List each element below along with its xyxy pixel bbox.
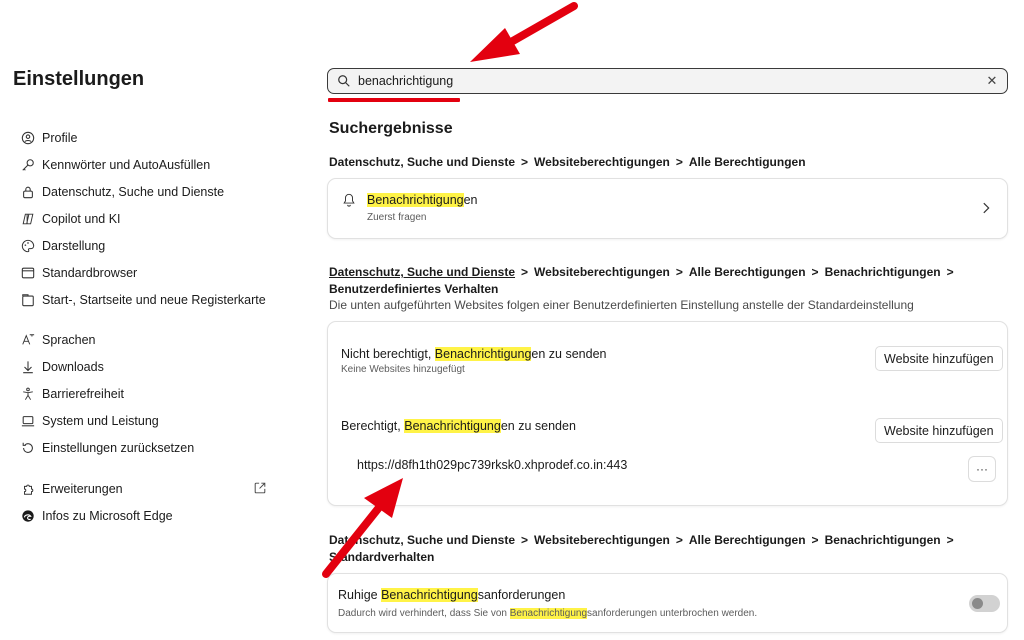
sidebar-item-appearance[interactable]: Darstellung xyxy=(20,236,105,256)
profile-icon xyxy=(20,131,35,146)
quiet-title: Ruhige Benachrichtigungsanforderungen xyxy=(338,588,566,602)
sidebar-nav: Profile Kennwörter und AutoAusfüllen Dat… xyxy=(20,0,280,640)
sidebar-item-start-home[interactable]: Start-, Startseite und neue Registerkart… xyxy=(20,290,266,310)
breadcrumb-item[interactable]: Alle Berechtigungen xyxy=(689,265,806,279)
sidebar-item-label: Profile xyxy=(42,131,78,145)
breadcrumb-item[interactable]: Datenschutz, Suche und Dienste xyxy=(329,265,515,279)
search-box: ✕ xyxy=(327,68,1008,94)
sidebar-item-label: Darstellung xyxy=(42,239,106,253)
results-heading: Suchergebnisse xyxy=(329,120,453,137)
quiet-subtitle: Dadurch wird verhindert, dass Sie von Be… xyxy=(338,608,758,619)
notifications-setting-card[interactable]: Benachrichtigungen Zuerst fragen xyxy=(327,178,1008,239)
breadcrumb-current: Standardverhalten xyxy=(329,550,435,564)
browser-icon xyxy=(20,266,35,281)
annotation-arrow-top xyxy=(470,2,578,62)
laptop-icon xyxy=(20,414,35,429)
breadcrumb-item[interactable]: Datenschutz, Suche und Dienste xyxy=(329,155,515,169)
extensions-icon xyxy=(20,482,35,497)
sidebar-item-copilot[interactable]: Copilot und KI xyxy=(20,209,121,229)
add-blocked-site-button[interactable]: Website hinzufügen xyxy=(875,346,1003,371)
external-link-icon[interactable] xyxy=(253,481,269,497)
breadcrumb-item[interactable]: Datenschutz, Suche und Dienste xyxy=(329,533,515,547)
add-allowed-site-button[interactable]: Website hinzufügen xyxy=(875,418,1003,443)
site-more-options-button[interactable]: ··· xyxy=(968,456,996,482)
blocked-title: Nicht berechtigt, Benachrichtigungen zu … xyxy=(341,347,607,361)
sidebar-item-extensions[interactable]: Erweiterungen xyxy=(20,479,123,499)
sidebar-item-languages[interactable]: Sprachen xyxy=(20,330,96,350)
breadcrumb: Datenschutz, Suche und Dienste > Websitebe… xyxy=(329,265,954,279)
sidebar-item-label: Datenschutz, Suche und Dienste xyxy=(42,185,225,199)
language-icon xyxy=(20,333,35,348)
quiet-notifications-toggle[interactable] xyxy=(969,595,1000,612)
sidebar-item-label: Downloads xyxy=(42,360,104,374)
palette-icon xyxy=(20,239,35,254)
sidebar-item-label: Erweiterungen xyxy=(42,482,123,496)
sidebar-item-system[interactable]: System und Leistung xyxy=(20,411,159,431)
breadcrumb-item[interactable]: Alle Berechtigungen xyxy=(689,155,806,169)
breadcrumb-item[interactable]: Websiteberechtigungen xyxy=(534,533,670,547)
home-tab-icon xyxy=(20,293,35,308)
sidebar-item-label: Sprachen xyxy=(42,333,96,347)
breadcrumb-current: Benutzerdefiniertes Verhalten xyxy=(329,282,499,296)
sidebar-item-passwords[interactable]: Kennwörter und AutoAusfüllen xyxy=(20,155,210,175)
sidebar-item-default-browser[interactable]: Standardbrowser xyxy=(20,263,137,283)
section-description: Die unten aufgeführten Websites folgen e… xyxy=(329,298,914,312)
sidebar-item-profile[interactable]: Profile xyxy=(20,128,77,148)
sidebar-item-label: Barrierefreiheit xyxy=(42,387,124,401)
edge-icon xyxy=(20,509,35,524)
breadcrumb-item[interactable]: Alle Berechtigungen xyxy=(689,533,806,547)
sidebar-item-label: Copilot und KI xyxy=(42,212,121,226)
lock-icon xyxy=(20,185,35,200)
sidebar-item-about[interactable]: Infos zu Microsoft Edge xyxy=(20,506,173,526)
search-input[interactable] xyxy=(358,74,981,88)
accessibility-icon xyxy=(20,387,35,402)
key-icon xyxy=(20,158,35,173)
sidebar-item-label: Infos zu Microsoft Edge xyxy=(42,509,173,523)
breadcrumb: Datenschutz, Suche und Dienste > Websitebe… xyxy=(329,155,806,169)
custom-behavior-card: Nicht berechtigt, Benachrichtigungen zu … xyxy=(327,321,1008,506)
blocked-subtitle: Keine Websites hinzugefügt xyxy=(341,364,465,375)
sidebar-item-label: Einstellungen zurücksetzen xyxy=(42,441,195,455)
sidebar-item-label: Start-, Startseite und neue Registerkart… xyxy=(42,293,266,307)
allowed-site-url: https://d8fh1th029pc739rksk0.xhprodef.co… xyxy=(357,458,628,472)
card-subtitle: Zuerst fragen xyxy=(367,212,427,223)
sidebar-item-reset[interactable]: Einstellungen zurücksetzen xyxy=(20,438,194,458)
breadcrumb-item[interactable]: Benachrichtigungen xyxy=(825,265,941,279)
quiet-notifications-card: Ruhige Benachrichtigungsanforderungen Da… xyxy=(327,573,1008,633)
sidebar-item-accessibility[interactable]: Barrierefreiheit xyxy=(20,384,124,404)
sidebar-item-label: System und Leistung xyxy=(42,414,159,428)
allowed-title: Berechtigt, Benachrichtigungen zu senden xyxy=(341,419,576,433)
reset-icon xyxy=(20,441,35,456)
copilot-icon xyxy=(20,212,35,227)
sidebar-item-label: Standardbrowser xyxy=(42,266,138,280)
sidebar-item-downloads[interactable]: Downloads xyxy=(20,357,104,377)
sidebar-item-privacy[interactable]: Datenschutz, Suche und Dienste xyxy=(20,182,224,202)
chevron-right-icon xyxy=(979,201,993,215)
breadcrumb-item[interactable]: Websiteberechtigungen xyxy=(534,155,670,169)
breadcrumb-item[interactable]: Benachrichtigungen xyxy=(825,533,941,547)
breadcrumb: Datenschutz, Suche und Dienste > Websitebe… xyxy=(329,533,954,547)
search-icon xyxy=(337,74,351,88)
clear-search-icon[interactable]: ✕ xyxy=(981,70,1003,92)
card-title: Benachrichtigungen xyxy=(367,193,478,207)
bell-icon xyxy=(342,193,356,207)
breadcrumb-item[interactable]: Websiteberechtigungen xyxy=(534,265,670,279)
sidebar-item-label: Kennwörter und AutoAusfüllen xyxy=(42,158,211,172)
annotation-underline xyxy=(328,98,460,102)
download-icon xyxy=(20,360,35,375)
